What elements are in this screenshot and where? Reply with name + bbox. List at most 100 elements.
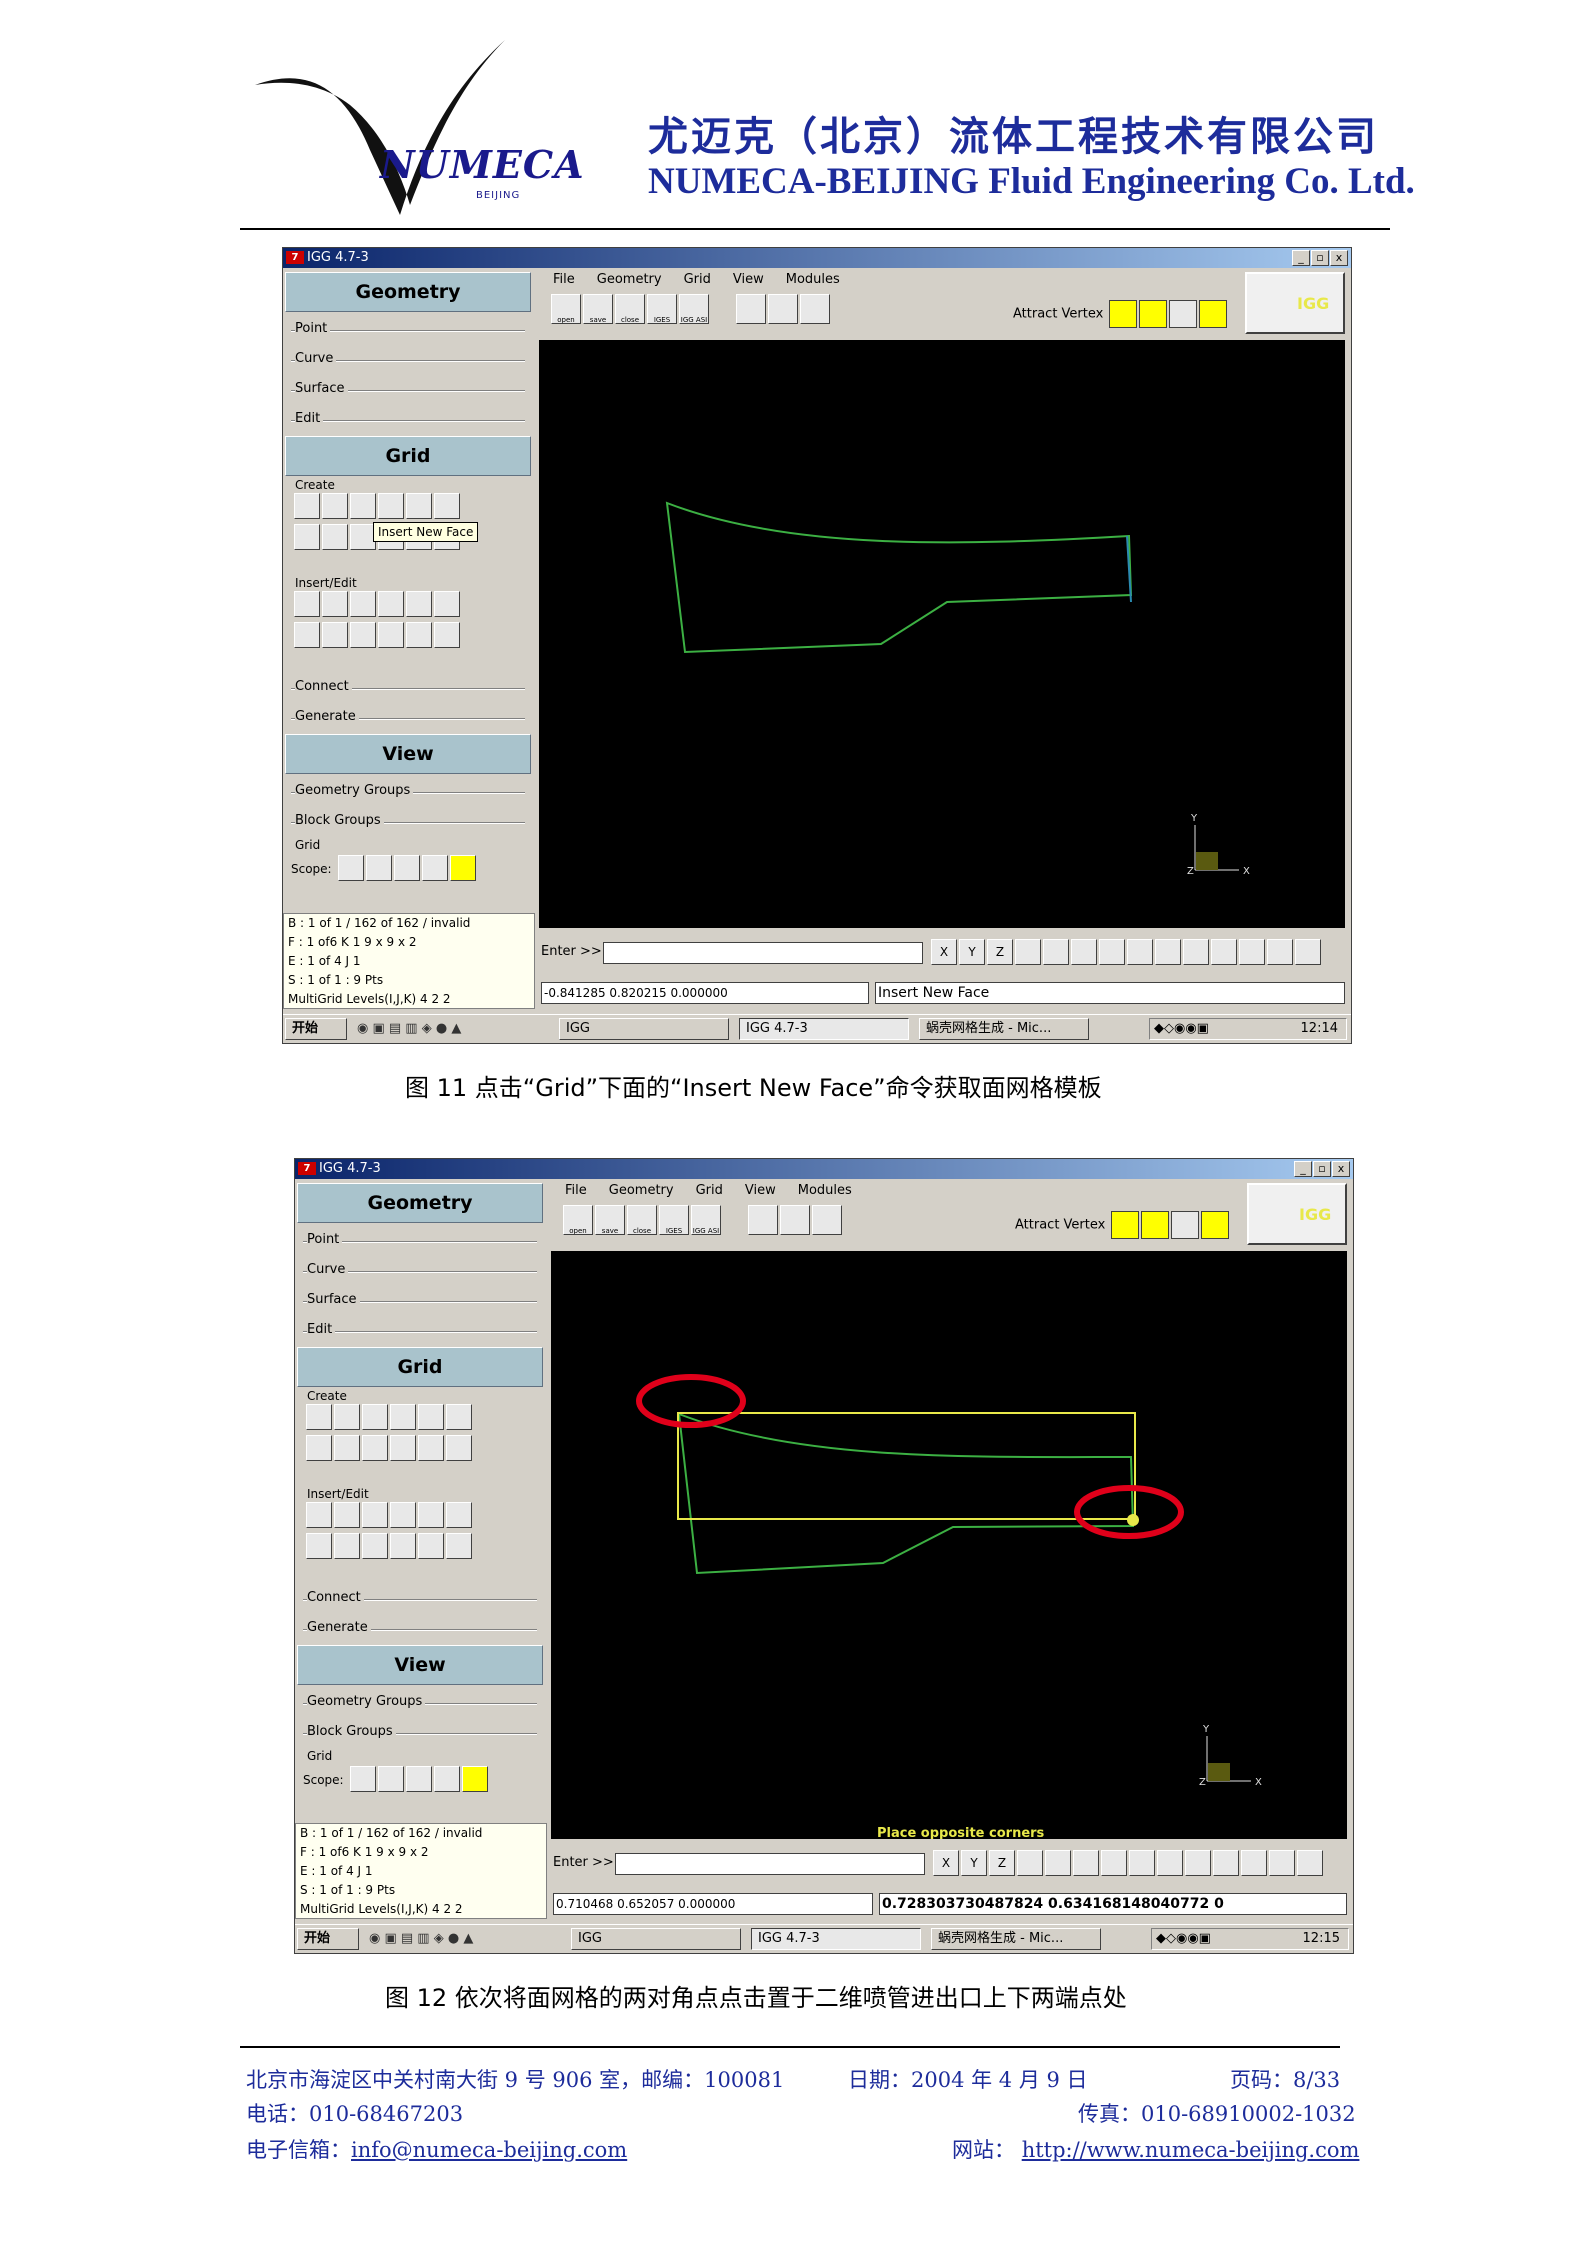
scope-icon[interactable] [394, 855, 420, 881]
menu-surface[interactable]: Surface [283, 374, 533, 404]
email-link[interactable]: info@numeca-beijing.com [351, 2138, 627, 2162]
menu-generate[interactable]: Generate [295, 1613, 545, 1643]
create-tool-icon[interactable] [306, 1404, 332, 1430]
edit-tool-icon[interactable] [418, 1502, 444, 1528]
create-tool-icon[interactable] [322, 524, 348, 550]
close-button[interactable]: x [1332, 1161, 1350, 1177]
menu-point[interactable]: Point [283, 314, 533, 344]
zoom-in-icon[interactable] [1183, 939, 1209, 965]
graphics-viewport[interactable]: Y Z X Place opposite corners [551, 1251, 1347, 1841]
pan-icon[interactable] [1045, 1850, 1071, 1876]
menu-connect[interactable]: Connect [283, 672, 533, 702]
ruler-icon[interactable] [800, 294, 831, 324]
edit-tool-icon[interactable] [406, 622, 432, 648]
attract-off-icon[interactable] [1169, 300, 1198, 328]
scope-active-icon[interactable] [462, 1766, 488, 1792]
zoom-out-icon[interactable] [1213, 1850, 1239, 1876]
edit-tool-icon[interactable] [378, 591, 404, 617]
box-view-icon[interactable] [1269, 1850, 1295, 1876]
create-tool-icon[interactable] [334, 1404, 360, 1430]
website-link[interactable]: http://www.numeca-beijing.com [1022, 2138, 1360, 2162]
edit-tool-icon[interactable] [294, 591, 320, 617]
close-file-button[interactable]: close [615, 294, 645, 324]
rotate-z-icon[interactable] [1155, 939, 1181, 965]
edit-tool-icon[interactable] [390, 1502, 416, 1528]
menu-point[interactable]: Point [295, 1225, 545, 1255]
edit-tool-icon[interactable] [334, 1533, 360, 1559]
move-icon[interactable] [1071, 939, 1097, 965]
scope-active-icon[interactable] [450, 855, 476, 881]
igg-asi-button[interactable]: IGG ASI [679, 294, 709, 324]
maximize-button[interactable]: ▫ [1311, 250, 1329, 266]
menu-view[interactable]: View [745, 1183, 776, 1198]
rotate-y-icon[interactable] [1129, 1850, 1155, 1876]
attract-curve-icon[interactable] [1139, 300, 1168, 328]
zoom-out-icon[interactable] [1211, 939, 1237, 965]
create-tool-icon[interactable] [446, 1435, 472, 1461]
menu-file[interactable]: File [565, 1183, 587, 1198]
box-view-icon[interactable] [1267, 939, 1293, 965]
edit-tool-icon[interactable] [322, 591, 348, 617]
edit-tool-icon[interactable] [362, 1533, 388, 1559]
attract-curve-icon[interactable] [1141, 1211, 1170, 1239]
start-button[interactable]: 开始 [297, 1928, 359, 1950]
scope-icon[interactable] [350, 1766, 376, 1792]
view-y-button[interactable]: Y [961, 1850, 987, 1876]
grid-section-header[interactable]: Grid [285, 436, 531, 476]
taskbar-igg[interactable]: IGG [559, 1018, 729, 1040]
maximize-button[interactable]: ▫ [1313, 1161, 1331, 1177]
create-tool-icon[interactable] [390, 1435, 416, 1461]
menu-view[interactable]: View [733, 272, 764, 287]
view-section-header[interactable]: View [297, 1645, 543, 1685]
menu-block-groups[interactable]: Block Groups [283, 806, 533, 836]
minimize-button[interactable]: _ [1292, 250, 1310, 266]
create-tool-icon[interactable] [434, 493, 460, 519]
close-button[interactable]: x [1330, 250, 1348, 266]
chart-icon[interactable] [748, 1205, 779, 1235]
menu-geometry[interactable]: Geometry [597, 272, 662, 287]
attract-grid-icon[interactable] [1199, 300, 1228, 328]
menu-grid[interactable]: Grid [684, 272, 711, 287]
menu-curve[interactable]: Curve [295, 1255, 545, 1285]
menu-surface[interactable]: Surface [295, 1285, 545, 1315]
iso-view-icon[interactable] [1295, 939, 1321, 965]
attract-vertex-icon[interactable] [1109, 300, 1138, 328]
graphics-viewport[interactable]: Y Z X [539, 340, 1345, 928]
menu-edit[interactable]: Edit [283, 404, 533, 434]
iges-button[interactable]: IGES [647, 294, 677, 324]
menu-modules[interactable]: Modules [798, 1183, 852, 1198]
create-tool-icon[interactable] [446, 1404, 472, 1430]
iges-button[interactable]: IGES [659, 1205, 689, 1235]
open-button[interactable]: open [551, 294, 581, 324]
edit-tool-icon[interactable] [350, 622, 376, 648]
create-tool-icon[interactable] [334, 1435, 360, 1461]
taskbar-word[interactable]: 蜗壳网格生成 - Mic... [931, 1928, 1101, 1950]
create-tool-icon[interactable] [406, 493, 432, 519]
view-z-button[interactable]: Z [989, 1850, 1015, 1876]
command-input[interactable] [615, 1853, 925, 1875]
view-tool-icon[interactable] [1015, 939, 1041, 965]
edit-tool-icon[interactable] [378, 622, 404, 648]
edit-tool-icon[interactable] [446, 1502, 472, 1528]
pan-icon[interactable] [1043, 939, 1069, 965]
command-input[interactable] [603, 942, 923, 964]
edit-tool-icon[interactable] [322, 622, 348, 648]
create-tool-icon[interactable] [294, 493, 320, 519]
book-icon[interactable] [780, 1205, 811, 1235]
edit-tool-icon[interactable] [334, 1502, 360, 1528]
rotate-x-icon[interactable] [1101, 1850, 1127, 1876]
edit-tool-icon[interactable] [362, 1502, 388, 1528]
scope-icon[interactable] [338, 855, 364, 881]
menu-generate[interactable]: Generate [283, 702, 533, 732]
menu-file[interactable]: File [553, 272, 575, 287]
close-file-button[interactable]: close [627, 1205, 657, 1235]
rotate-z-icon[interactable] [1157, 1850, 1183, 1876]
rotate-x-icon[interactable] [1099, 939, 1125, 965]
attract-grid-icon[interactable] [1201, 1211, 1230, 1239]
view-x-button[interactable]: X [931, 939, 957, 965]
attract-off-icon[interactable] [1171, 1211, 1200, 1239]
fit-view-icon[interactable] [1241, 1850, 1267, 1876]
taskbar-word[interactable]: 蜗壳网格生成 - Mic... [919, 1018, 1089, 1040]
scope-icon[interactable] [378, 1766, 404, 1792]
view-z-button[interactable]: Z [987, 939, 1013, 965]
